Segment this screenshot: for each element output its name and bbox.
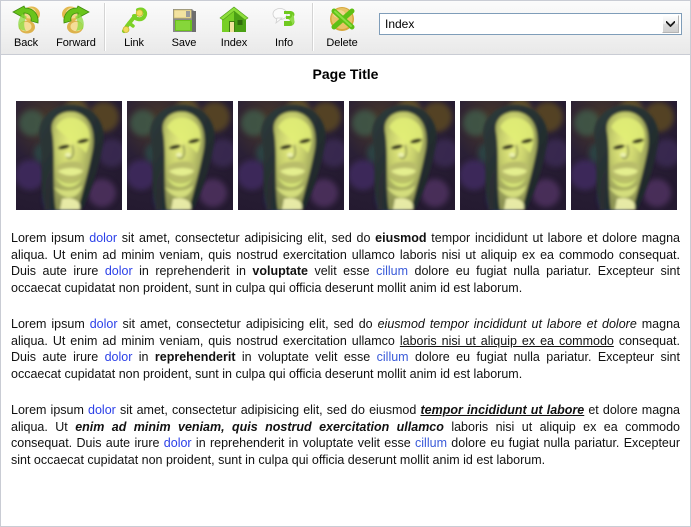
- save-button-label: Save: [171, 37, 197, 49]
- info-speech-bubble-icon: [268, 5, 300, 36]
- paragraph-2: Lorem ipsum dolor sit amet, consectetur …: [11, 316, 680, 382]
- text-run: in voluptate velit esse: [235, 350, 377, 364]
- text-run: in reprehenderit in: [132, 264, 253, 278]
- text-run: Lorem ipsum: [11, 403, 89, 417]
- page-content: Page Title Lorem ipsum dolor sit amet, c…: [1, 55, 690, 526]
- text-run: sit amet, consectetur adipisicing elit, …: [117, 231, 376, 245]
- thumbnail-image-1[interactable]: [16, 101, 122, 210]
- paragraph-3: Lorem ipsum dolor sit amet, consectetur …: [11, 402, 680, 468]
- article-body: Lorem ipsum dolor sit amet, consectetur …: [11, 230, 680, 468]
- index-button-label: Index: [220, 37, 248, 49]
- bold-eiusmod: eiusmod: [375, 231, 427, 245]
- thumbnail-image-3[interactable]: [238, 101, 344, 210]
- link-dolor[interactable]: dolor: [88, 403, 116, 417]
- back-button-label: Back: [13, 37, 39, 49]
- text-run: sit amet, consectetur adipisicing elit, …: [117, 317, 378, 331]
- delete-cross-icon: [326, 5, 358, 36]
- save-button[interactable]: Save: [159, 3, 209, 53]
- bold-italic-run: enim ad minim veniam, quis nostrud exerc…: [75, 419, 444, 434]
- back-button[interactable]: Back: [1, 3, 51, 53]
- paragraph-1: Lorem ipsum dolor sit amet, consectetur …: [11, 230, 680, 296]
- text-run: velit esse: [307, 264, 377, 278]
- link-button[interactable]: Link: [109, 3, 159, 53]
- delete-button[interactable]: Delete: [317, 3, 367, 53]
- toolbar-separator-1: [104, 3, 106, 51]
- thumbnail-image-4[interactable]: [349, 101, 455, 210]
- thumbnail-image-2[interactable]: [127, 101, 233, 210]
- link-cillum[interactable]: cillum: [376, 264, 408, 278]
- underline-run: laboris nisi ut aliquip ex ea commodo: [399, 333, 614, 348]
- info-button-label: Info: [275, 37, 293, 49]
- text-run: in: [132, 350, 155, 364]
- forward-arrow-icon: [60, 5, 92, 36]
- back-arrow-icon: [10, 5, 42, 36]
- thumbnail-image-6[interactable]: [571, 101, 677, 210]
- index-select-value: Index: [385, 17, 415, 31]
- index-button[interactable]: Index: [209, 3, 259, 53]
- toolbar-separator-2: [312, 3, 314, 51]
- text-run: in reprehenderit in voluptate velit esse: [191, 436, 416, 450]
- chevron-down-icon[interactable]: [662, 15, 679, 33]
- text-run: sit amet, consectetur adipisicing elit, …: [115, 403, 421, 417]
- forward-button-label: Forward: [56, 37, 96, 49]
- link-button-label: Link: [124, 37, 144, 49]
- forward-button[interactable]: Forward: [51, 3, 101, 53]
- thumbnail-image-5[interactable]: [460, 101, 566, 210]
- page-title: Page Title: [312, 66, 379, 82]
- toolbar-group-delete: Delete: [317, 3, 367, 53]
- bold-voluptate: voluptate: [252, 264, 308, 278]
- link-dolor[interactable]: dolor: [89, 231, 117, 245]
- link-dolor[interactable]: dolor: [105, 264, 133, 278]
- link-cillum[interactable]: cillum: [377, 350, 409, 364]
- floppy-disk-icon: [168, 5, 200, 36]
- link-cillum[interactable]: cillum: [415, 436, 447, 450]
- link-key-icon: [118, 5, 150, 36]
- toolbar-group-actions: Link Save Index Info: [109, 3, 309, 53]
- italic-run: eiusmod tempor incididunt ut labore et d…: [377, 317, 637, 331]
- link-dolor[interactable]: dolor: [105, 350, 133, 364]
- bold-reprehenderit: reprehenderit: [154, 350, 236, 364]
- house-icon: [218, 5, 250, 36]
- toolbar: Back Forward Link Save Index Info Delete…: [1, 1, 690, 55]
- info-button[interactable]: Info: [259, 3, 309, 53]
- application-window: Back Forward Link Save Index Info Delete…: [0, 0, 691, 527]
- link-dolor[interactable]: dolor: [164, 436, 192, 450]
- thumbnail-gallery: [16, 101, 677, 210]
- bold-italic-underline-run: tempor incididunt ut labore: [420, 403, 585, 417]
- link-dolor[interactable]: dolor: [90, 317, 118, 331]
- index-select-wrapper: Index: [379, 13, 690, 35]
- delete-button-label: Delete: [326, 37, 358, 49]
- text-run: Lorem ipsum: [11, 231, 90, 245]
- toolbar-group-navigation: Back Forward: [1, 3, 101, 53]
- index-select[interactable]: Index: [379, 13, 682, 35]
- text-run: Lorem ipsum: [11, 317, 90, 331]
